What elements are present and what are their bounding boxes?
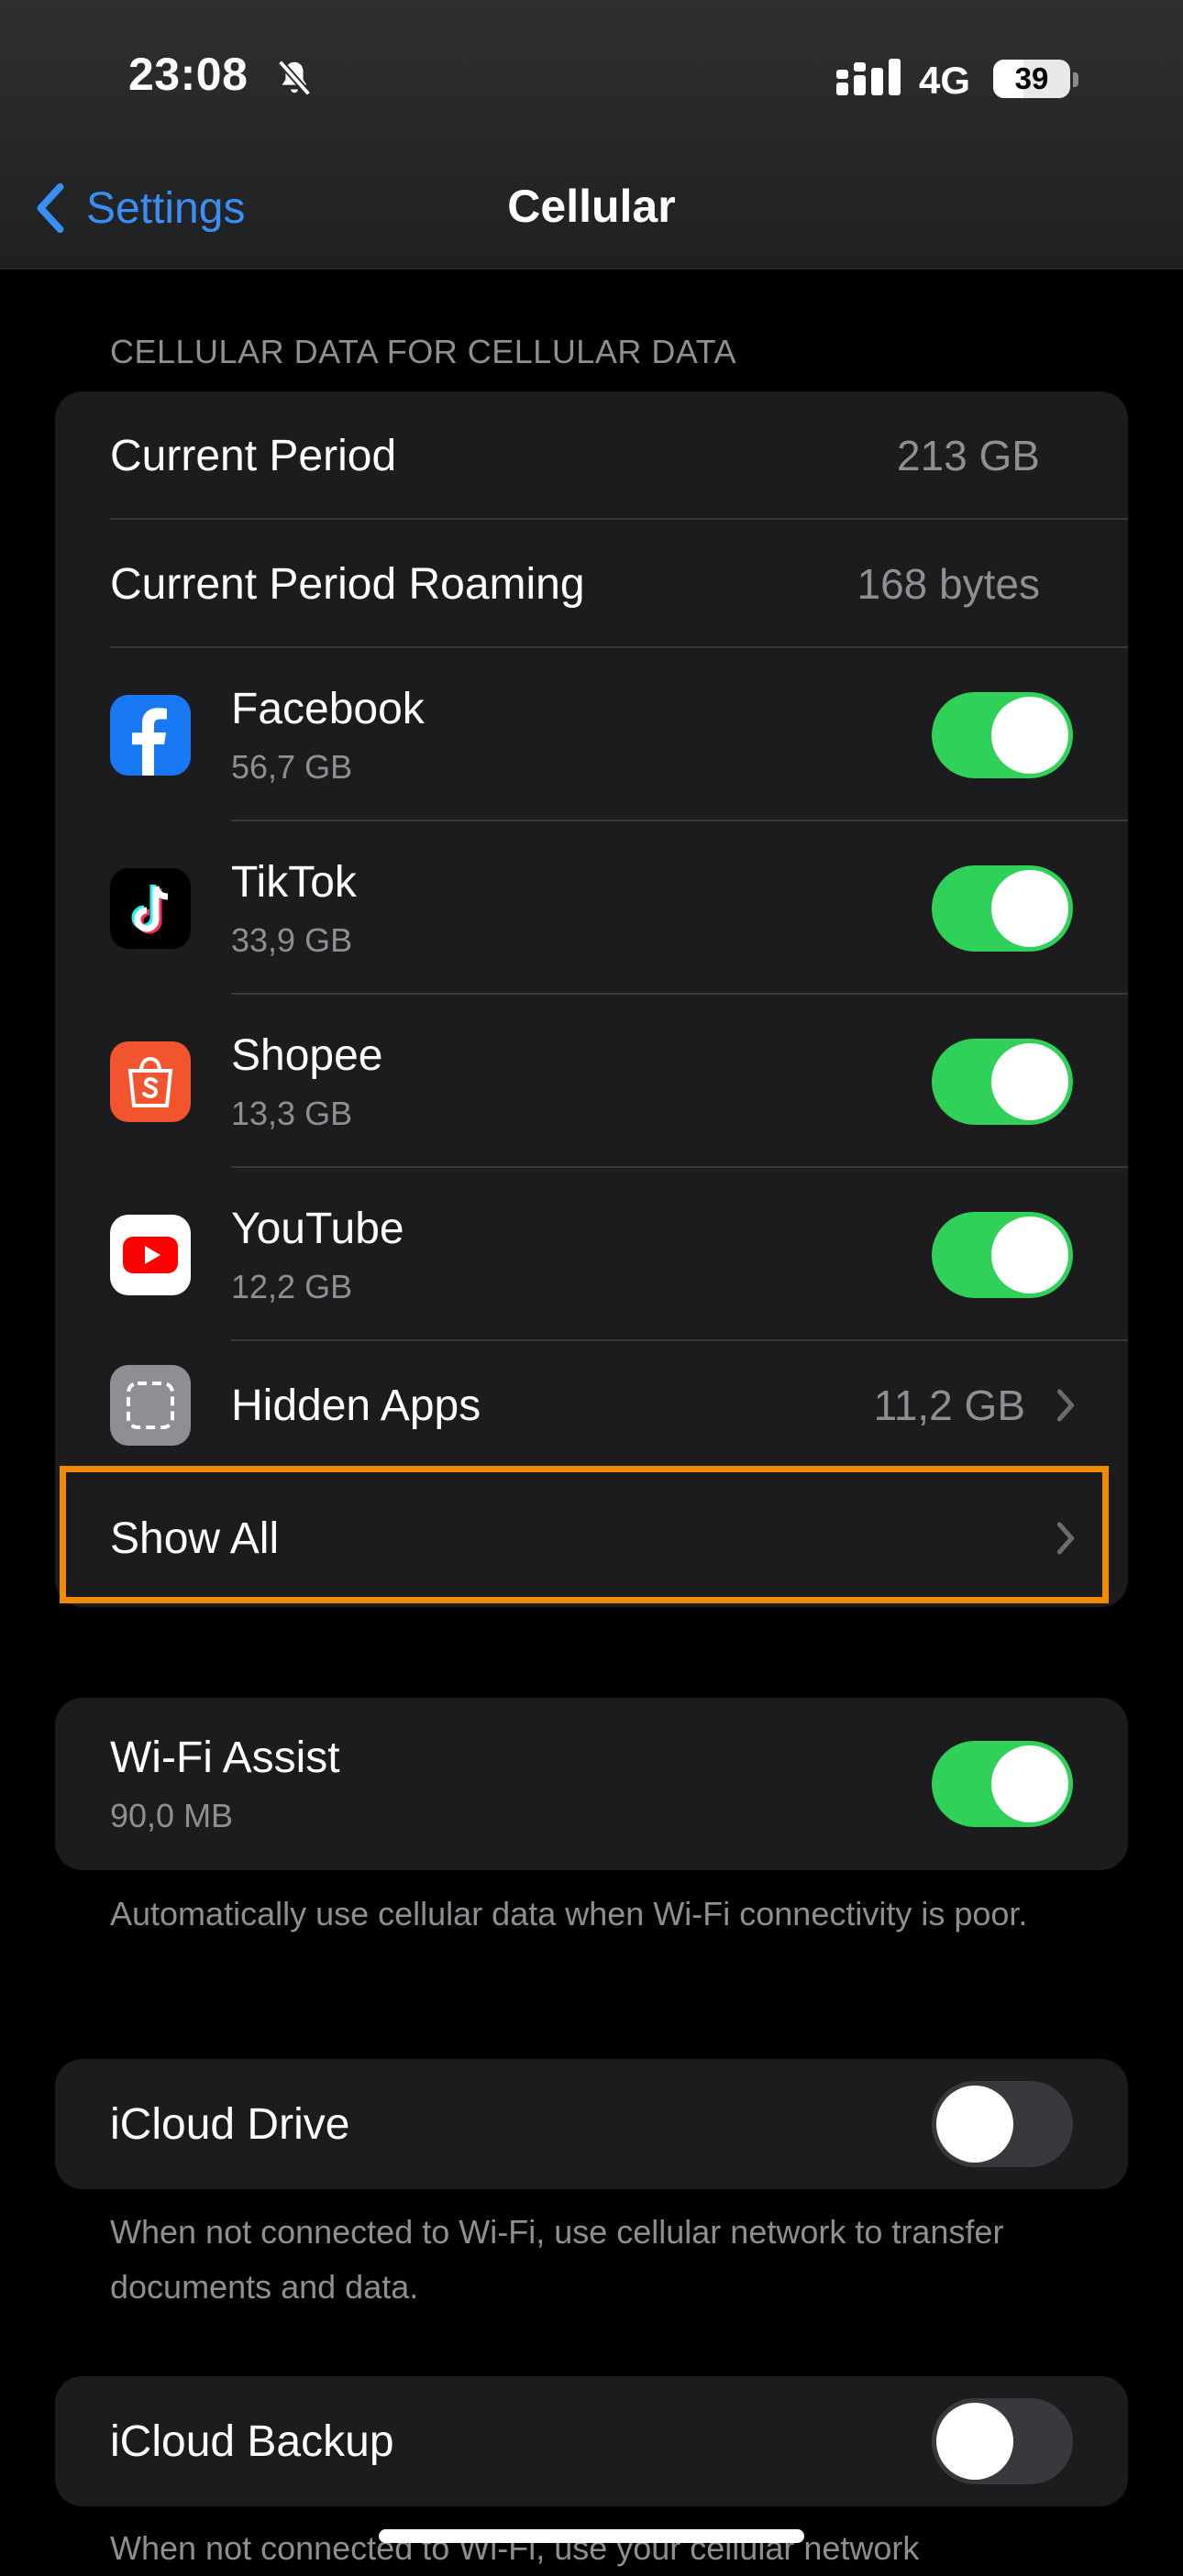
icloud-drive-row: iCloud Drive: [55, 2059, 1128, 2189]
app-row-youtube: YouTube 12,2 GB: [55, 1168, 1128, 1341]
facebook-toggle[interactable]: [932, 691, 1073, 778]
youtube-icon: [110, 1214, 191, 1295]
facebook-icon: [110, 694, 191, 776]
app-usage: 13,3 GB: [231, 1094, 353, 1132]
show-all-label: Show All: [110, 1514, 280, 1563]
wifi-assist-footer: Automatically use cellular data when Wi-…: [110, 1895, 1028, 1932]
app-row-tiktok: TikTok 33,9 GB: [55, 821, 1128, 995]
toggle-knob: [991, 1216, 1068, 1294]
toggle-knob: [991, 696, 1068, 774]
wifi-assist-usage: 90,0 MB: [110, 1797, 234, 1834]
toggle-knob: [936, 2403, 1013, 2480]
battery-level: 39: [1014, 61, 1049, 95]
icloud-drive-label: iCloud Drive: [110, 2099, 350, 2149]
hidden-apps-row[interactable]: Hidden Apps 11,2 GB: [55, 1341, 1128, 1470]
battery-icon: 39: [993, 60, 1070, 98]
status-time: 23:08: [128, 49, 249, 100]
wifi-assist-group: Wi-Fi Assist 90,0 MB: [55, 1698, 1128, 1870]
app-usage: 56,7 GB: [231, 747, 353, 786]
app-text: TikTok 33,9 GB: [231, 857, 357, 960]
current-period-row: Current Period 213 GB: [55, 391, 1128, 520]
current-period-value: 213 GB: [897, 432, 1040, 479]
app-name: TikTok: [231, 857, 357, 907]
app-row-shopee: Shopee 13,3 GB: [55, 995, 1128, 1168]
app-row-facebook: Facebook 56,7 GB: [55, 648, 1128, 821]
app-usage: 33,9 GB: [231, 920, 353, 959]
app-text: Shopee 13,3 GB: [231, 1030, 383, 1133]
show-all-button[interactable]: Show All: [55, 1470, 1128, 1607]
wifi-assist-toggle[interactable]: [932, 1741, 1073, 1827]
roaming-label: Current Period Roaming: [110, 559, 585, 609]
toggle-knob: [936, 2086, 1013, 2163]
chevron-right-icon: [1056, 1389, 1075, 1422]
home-indicator: [379, 2529, 804, 2543]
youtube-toggle[interactable]: [932, 1211, 1073, 1298]
usage-group: Current Period 213 GB Current Period Roa…: [55, 391, 1128, 1607]
roaming-value: 168 bytes: [857, 560, 1040, 608]
app-usage: 12,2 GB: [231, 1267, 353, 1305]
bell-slash-icon: [277, 60, 312, 96]
signal-icon: [836, 59, 901, 95]
navigation-bar: 23:08 4G 39 Settings Cellular: [0, 0, 1183, 270]
network-type: 4G: [919, 59, 971, 102]
tiktok-icon: [110, 867, 191, 949]
icloud-drive-toggle[interactable]: [932, 2081, 1073, 2167]
toggle-knob: [991, 1745, 1068, 1822]
hidden-apps-label: Hidden Apps: [231, 1381, 481, 1430]
wifi-assist-text: Wi-Fi Assist 90,0 MB: [110, 1733, 340, 1835]
icloud-drive-group: iCloud Drive: [55, 2059, 1128, 2189]
wifi-assist-label: Wi-Fi Assist: [110, 1734, 340, 1782]
tiktok-toggle[interactable]: [932, 864, 1073, 952]
icloud-backup-toggle[interactable]: [932, 2398, 1073, 2484]
page-title: Cellular: [507, 181, 676, 232]
app-text: Facebook 56,7 GB: [231, 684, 425, 787]
section-header: CELLULAR DATA FOR CELLULAR DATA: [110, 333, 737, 370]
icloud-drive-footer: When not connected to Wi-Fi, use cellula…: [110, 2213, 1004, 2306]
app-name: Shopee: [231, 1030, 383, 1080]
hidden-apps-icon: [110, 1365, 191, 1446]
wifi-assist-row: Wi-Fi Assist 90,0 MB: [55, 1698, 1128, 1870]
toggle-knob: [991, 1042, 1068, 1120]
battery-tip: [1073, 72, 1078, 87]
toggle-knob: [991, 869, 1068, 947]
chevron-right-icon: [1056, 1522, 1075, 1555]
shopee-icon: [110, 1040, 191, 1122]
roaming-row: Current Period Roaming 168 bytes: [55, 520, 1128, 648]
icloud-backup-group: iCloud Backup: [55, 2376, 1128, 2506]
hidden-apps-value: 11,2 GB: [873, 1382, 1025, 1429]
current-period-label: Current Period: [110, 431, 397, 480]
icloud-backup-row: iCloud Backup: [55, 2376, 1128, 2506]
app-name: Facebook: [231, 684, 425, 733]
app-name: YouTube: [231, 1204, 404, 1253]
shopee-toggle[interactable]: [932, 1038, 1073, 1125]
icloud-backup-label: iCloud Backup: [110, 2416, 394, 2466]
app-text: YouTube 12,2 GB: [231, 1204, 404, 1306]
